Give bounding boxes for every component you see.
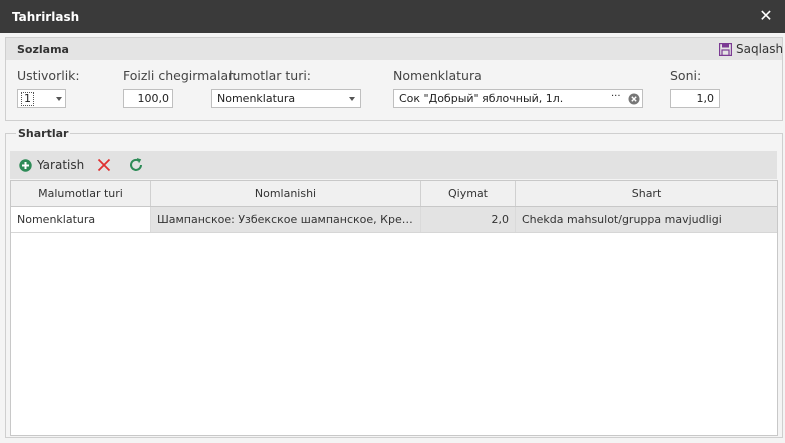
add-icon	[19, 158, 32, 172]
clear-icon[interactable]	[628, 93, 640, 105]
cell-value[interactable]: 2,0	[421, 207, 516, 232]
create-button[interactable]: Yaratish	[19, 157, 84, 173]
delete-icon[interactable]	[96, 157, 112, 173]
save-button-label: Saqlash	[736, 42, 784, 56]
discount-value: 100,0	[137, 92, 170, 105]
settings-header: Sozlama Saqlash	[6, 38, 783, 60]
nomenclature-input[interactable]: Сок "Добрый" яблочный, 1л. ···	[393, 89, 643, 108]
dropdown-arrow-icon[interactable]	[345, 90, 359, 107]
window-titlebar: Tahrirlash ✕	[0, 0, 785, 33]
cell-type[interactable]: Nomenklatura	[11, 207, 151, 232]
dropdown-arrow-icon[interactable]	[52, 90, 66, 107]
priority-select[interactable]: 1	[17, 89, 66, 108]
datatype-value: Nomenklatura	[217, 92, 296, 105]
save-icon	[719, 42, 732, 56]
column-header-condition[interactable]: Shart	[516, 181, 777, 206]
conditions-table: Malumotlar turi Nomlanishi Qiymat Shart …	[10, 180, 778, 436]
datatype-label: lumotlar turi:	[229, 68, 312, 83]
refresh-icon[interactable]	[128, 157, 144, 173]
cell-name[interactable]: Шампанское: Узбекское шампанское, Крепос…	[151, 207, 421, 232]
discount-label: Foizli chegirmalar:	[123, 68, 238, 83]
create-button-label: Yaratish	[37, 158, 85, 172]
settings-title: Sozlama	[17, 43, 69, 56]
conditions-toolbar: Yaratish	[10, 151, 777, 179]
priority-value: 1	[21, 92, 34, 106]
nomenclature-label: Nomenklatura	[393, 68, 482, 83]
column-header-value[interactable]: Qiymat	[421, 181, 516, 206]
table-row[interactable]: Nomenklatura Шампанское: Узбекское шампа…	[11, 207, 777, 233]
priority-label: Ustivorlik:	[17, 68, 80, 83]
close-icon[interactable]: ✕	[758, 7, 774, 25]
cell-condition[interactable]: Chekda mahsulot/gruppa mavjudligi	[516, 207, 777, 232]
window-title: Tahrirlash	[12, 10, 80, 24]
column-header-type[interactable]: Malumotlar turi	[11, 181, 151, 206]
conditions-title: Shartlar	[16, 127, 71, 140]
column-header-name[interactable]: Nomlanishi	[151, 181, 421, 206]
datatype-select[interactable]: Nomenklatura	[211, 89, 361, 108]
discount-input[interactable]: 100,0	[123, 89, 173, 108]
ellipsis-icon[interactable]: ···	[611, 91, 621, 102]
table-header: Malumotlar turi Nomlanishi Qiymat Shart	[11, 181, 777, 207]
nomenclature-value: Сок "Добрый" яблочный, 1л.	[399, 92, 564, 105]
count-label: Soni:	[670, 68, 702, 83]
save-button[interactable]: Saqlash	[719, 41, 783, 57]
count-input[interactable]: 1,0	[670, 89, 720, 108]
count-value: 1,0	[696, 92, 715, 105]
